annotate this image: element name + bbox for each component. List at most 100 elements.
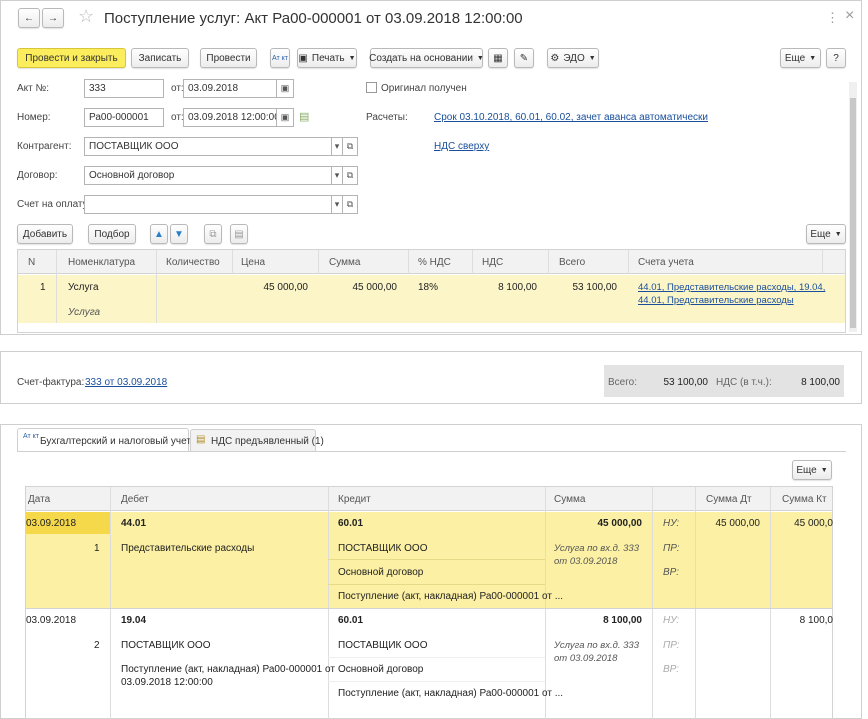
scrollbar-thumb[interactable] — [850, 98, 856, 328]
favorite-star-icon[interactable]: ☆ — [78, 6, 94, 27]
number-date-field[interactable]: 03.09.2018 12:00:00 — [183, 108, 277, 127]
help-button[interactable]: ? — [826, 48, 846, 68]
vat-on-top-link[interactable]: НДС сверху — [434, 141, 489, 152]
attachment-icon[interactable]: ✎ — [514, 48, 534, 68]
col-divider — [628, 250, 629, 274]
entry1-note2: от 03.09.2018 — [554, 556, 618, 567]
entry1-sum: 45 000,00 — [597, 518, 643, 529]
more-button[interactable]: Еще ▼ — [780, 48, 821, 68]
table-more-button[interactable]: Еще ▼ — [806, 224, 846, 244]
entry2-credit-sub3: Поступление (акт, накладная) Ра00-000001… — [338, 688, 564, 699]
entry1-pr: ПР: — [663, 543, 680, 554]
tab-accounting-label: Бухгалтерский и налоговый учет (2) — [40, 436, 206, 447]
row-price: 45 000,00 — [263, 282, 309, 293]
number-label: Номер: — [17, 112, 51, 123]
col-divider — [822, 250, 823, 274]
select-button[interactable]: Подбор — [88, 224, 136, 244]
chevron-down-icon: ▼ — [348, 54, 356, 62]
print-button[interactable]: ▣ Печать ▼ — [297, 48, 357, 68]
invoice-link[interactable]: 333 от 03.09.2018 — [85, 377, 167, 388]
edo-label: ЭДО — [563, 52, 585, 64]
counterparty-label: Контрагент: — [17, 141, 72, 152]
vat-tab-icon: ▤ — [196, 434, 206, 445]
entry2-note1: Услуга по вх.д. 333 — [554, 640, 639, 651]
entry2-credit: 60.01 — [338, 615, 364, 626]
col-vat-rate: % НДС — [418, 257, 451, 268]
chevron-down-icon: ▼ — [588, 54, 596, 62]
chevron-down-icon: ▼ — [834, 230, 842, 238]
entry2-debit-sub2: Поступление (акт, накладная) Ра00-000001… — [121, 664, 335, 675]
entry1-credit-sub1: ПОСТАВЩИК ООО — [338, 543, 428, 554]
invoice-label: Счет-фактура: — [17, 377, 85, 388]
forward-button[interactable]: → — [42, 8, 64, 28]
tab-vat-label: НДС предъявленный (1) — [211, 436, 324, 447]
entry1-credit-sub3: Поступление (акт, накладная) Ра00-000001… — [338, 591, 564, 602]
sub-row-divider — [328, 681, 545, 682]
entry1-sum-kt: 45 000,0 — [794, 518, 833, 529]
ledger-more-button[interactable]: Еще ▼ — [792, 460, 832, 480]
chevron-down-icon: ▼ — [809, 54, 817, 62]
save-button[interactable]: Записать — [131, 48, 189, 68]
row-accounts-link-2[interactable]: 44.01, Представительские расходы — [638, 295, 794, 306]
ledger-col-sum-kt: Сумма Кт — [782, 494, 827, 505]
col-sum: Сумма — [329, 257, 361, 268]
entry1-debit-sub: Представительские расходы — [121, 543, 255, 554]
date-from-label: от: — [171, 83, 184, 94]
post-and-close-button[interactable]: Провести и закрыть — [17, 48, 126, 68]
invoice-for-payment-field[interactable] — [84, 195, 332, 214]
edit-number-icon[interactable]: ▤ — [299, 110, 309, 123]
entry1-date: 03.09.2018 — [26, 518, 77, 529]
entry2-credit-sub1: ПОСТАВЩИК ООО — [338, 640, 428, 651]
col-divider — [56, 250, 57, 323]
contract-field[interactable]: Основной договор — [84, 166, 332, 185]
open-icon[interactable]: ⧉ — [342, 137, 358, 156]
add-row-button[interactable]: Добавить — [17, 224, 73, 244]
col-vat: НДС — [482, 257, 504, 268]
original-received-checkbox[interactable] — [366, 82, 377, 93]
row-accounts-link[interactable]: 44.01, Представительские расходы, 19.04, — [638, 282, 825, 293]
col-total: Всего — [559, 257, 586, 268]
entry1-note1: Услуга по вх.д. 333 — [554, 543, 639, 554]
entry1-vr: ВР: — [663, 567, 680, 578]
structure-icon[interactable]: ▦ — [488, 48, 508, 68]
table-more-label: Еще — [810, 228, 831, 240]
col-divider — [328, 487, 329, 719]
total-value: 53 100,00 — [663, 377, 709, 388]
act-number-field[interactable]: 333 — [84, 79, 164, 98]
row-vat: 8 100,00 — [498, 282, 537, 293]
sub-row-divider — [328, 657, 545, 658]
clipboard-icon[interactable]: ▤ — [230, 224, 248, 244]
row-item: Услуга — [68, 282, 99, 293]
entry2-vr: ВР: — [663, 664, 680, 675]
row-divider — [26, 608, 832, 609]
close-icon[interactable]: × — [845, 7, 854, 25]
calendar-icon[interactable]: ▣ — [276, 108, 294, 127]
post-button[interactable]: Провести — [200, 48, 257, 68]
ledger-col-sum-dt: Сумма Дт — [706, 494, 752, 505]
move-up-icon[interactable]: ▲ — [150, 224, 168, 244]
copy-row-icon[interactable]: ⧉ — [204, 224, 222, 244]
col-divider — [110, 487, 111, 719]
settlements-link[interactable]: Срок 03.10.2018, 60.01, 60.02, зачет ава… — [434, 112, 708, 123]
back-button[interactable]: ← — [18, 8, 40, 28]
dtkt-icon[interactable]: Ат кт — [270, 48, 290, 68]
ledger-col-sum: Сумма — [554, 494, 586, 505]
col-divider — [156, 250, 157, 323]
more-icon[interactable]: ⋮ — [826, 10, 839, 26]
act-date-field[interactable]: 03.09.2018 — [183, 79, 277, 98]
counterparty-field[interactable]: ПОСТАВЩИК ООО — [84, 137, 332, 156]
calendar-icon[interactable]: ▣ — [276, 79, 294, 98]
create-based-on-button[interactable]: Создать на основании ▼ — [369, 48, 484, 68]
scrollbar[interactable] — [849, 82, 857, 332]
open-icon[interactable]: ⧉ — [342, 166, 358, 185]
sub-row-divider — [328, 559, 545, 560]
number-field[interactable]: Ра00-000001 — [84, 108, 164, 127]
entry2-num: 2 — [94, 640, 100, 651]
open-icon[interactable]: ⧉ — [342, 195, 358, 214]
entry2-pr: ПР: — [663, 640, 680, 651]
move-down-icon[interactable]: ▼ — [170, 224, 188, 244]
edo-button[interactable]: ⚙ ЭДО ▼ — [547, 48, 599, 68]
col-n: N — [28, 257, 36, 268]
more-label: Еще — [784, 52, 806, 64]
entry1-debit: 44.01 — [121, 518, 147, 529]
